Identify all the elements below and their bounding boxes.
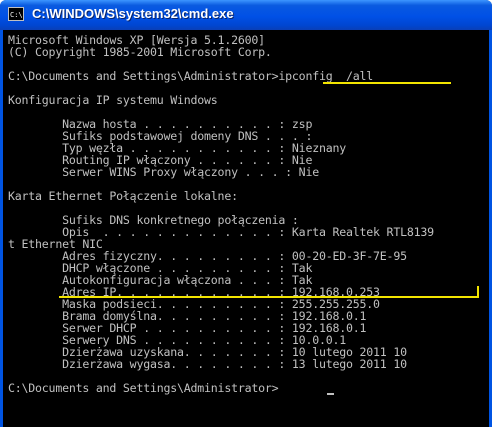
highlight-marker-ip-address [477,286,479,298]
console-line: C:\Documents and Settings\Administrator> [8,381,279,395]
console-line: C:\Documents and Settings\Administrator>… [8,69,374,83]
console-output[interactable]: Microsoft Windows XP [Wersja 5.1.2600] (… [3,30,489,427]
highlight-underline-ip-address [59,296,479,298]
window-title: C:\WINDOWS\system32\cmd.exe [32,6,234,21]
highlight-underline-command [323,82,451,84]
console-line: Dzierżawa wygasa. . . . . . . . : 13 lut… [8,357,407,371]
console-line: Serwer WINS Proxy włączony . . . : Nie [8,165,319,179]
console-line: Karta Ethernet Połączenie lokalne: [8,189,238,203]
text-cursor [327,393,334,395]
title-bar[interactable]: C:\ C:\WINDOWS\system32\cmd.exe [0,0,492,30]
cmd-icon[interactable]: C:\ [8,7,24,21]
console-line: (C) Copyright 1985-2001 Microsoft Corp. [8,45,272,59]
console-line: Konfiguracja IP systemu Windows [8,93,218,107]
cmd-window: C:\ C:\WINDOWS\system32\cmd.exe Microsof… [0,0,492,427]
